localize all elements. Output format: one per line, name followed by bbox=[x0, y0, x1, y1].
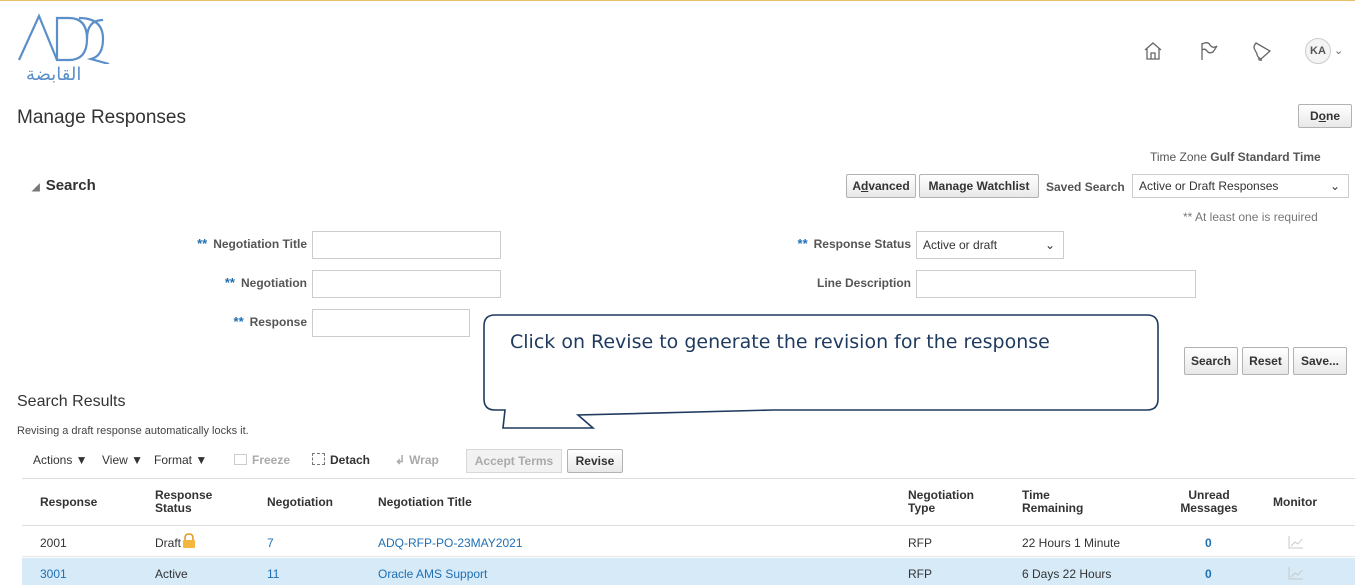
results-table-header: Response Response Status Negotiation Neg… bbox=[22, 478, 1355, 526]
monitor-chart-icon[interactable] bbox=[1288, 566, 1304, 583]
cell-negotiation-link[interactable]: 11 bbox=[267, 567, 279, 581]
adq-logo[interactable]: القابضة bbox=[17, 12, 127, 92]
cell-negotiation-title-link[interactable]: Oracle AMS Support bbox=[378, 567, 487, 581]
negotiation-title-label: ** Negotiation Title bbox=[197, 236, 307, 251]
col-negotiation-type[interactable]: Negotiation Type bbox=[908, 489, 988, 515]
bell-icon[interactable] bbox=[1251, 40, 1273, 62]
search-button[interactable]: Search bbox=[1184, 347, 1238, 375]
page-title: Manage Responses bbox=[17, 107, 186, 128]
response-status-select[interactable]: Active or draft ⌄ bbox=[916, 231, 1064, 259]
user-avatar[interactable]: KA bbox=[1305, 38, 1331, 64]
cell-response: 2001 bbox=[40, 536, 67, 550]
col-unread-messages[interactable]: Unread Messages bbox=[1172, 489, 1246, 515]
col-negotiation-title[interactable]: Negotiation Title bbox=[378, 496, 472, 509]
required-note: ** At least one is required bbox=[1183, 210, 1318, 224]
timezone-display: Time Zone Gulf Standard Time bbox=[1150, 150, 1321, 164]
line-description-input[interactable] bbox=[916, 270, 1196, 298]
freeze-button: Freeze bbox=[234, 453, 290, 467]
col-negotiation[interactable]: Negotiation bbox=[267, 496, 333, 509]
chevron-down-icon: ⌄ bbox=[1329, 179, 1340, 193]
saved-search-label: Saved Search bbox=[1046, 180, 1125, 194]
search-section-header[interactable]: ◢ Search bbox=[32, 177, 96, 194]
col-monitor[interactable]: Monitor bbox=[1273, 496, 1317, 509]
saved-search-select[interactable]: Active or Draft Responses ⌄ bbox=[1132, 174, 1349, 198]
callout-text: Click on Revise to generate the revision… bbox=[510, 331, 1050, 353]
search-results-title: Search Results bbox=[17, 393, 126, 410]
accept-terms-button: Accept Terms bbox=[466, 449, 562, 473]
timezone-label: Time Zone bbox=[1150, 150, 1207, 164]
reset-button[interactable]: Reset bbox=[1242, 347, 1289, 375]
adq-logo-mark bbox=[17, 13, 110, 64]
cell-unread-messages[interactable]: 0 bbox=[1205, 567, 1212, 581]
cell-negotiation-type: RFP bbox=[908, 567, 932, 581]
cell-response-status: Draft bbox=[155, 533, 197, 550]
lock-icon bbox=[181, 533, 197, 550]
top-accent-line bbox=[0, 0, 1355, 1]
lock-note: Revising a draft response automatically … bbox=[17, 425, 249, 437]
cell-time-remaining: 22 Hours 1 Minute bbox=[1022, 536, 1121, 550]
detach-button[interactable]: Detach bbox=[312, 453, 370, 467]
collapse-triangle-icon[interactable]: ◢ bbox=[32, 182, 40, 193]
response-status-label: ** Response Status bbox=[797, 236, 911, 251]
negotiation-label: ** Negotiation bbox=[224, 275, 307, 290]
format-menu[interactable]: Format ▼ bbox=[154, 453, 207, 467]
negotiation-input[interactable] bbox=[312, 270, 501, 298]
revise-button[interactable]: Revise bbox=[567, 449, 623, 473]
line-description-label: Line Description bbox=[816, 276, 911, 290]
home-icon[interactable] bbox=[1142, 40, 1164, 62]
cell-negotiation-title-link[interactable]: ADQ-RFP-PO-23MAY2021 bbox=[378, 536, 523, 550]
cell-response-status: Active bbox=[155, 567, 188, 581]
wrap-button: ↲ Wrap bbox=[395, 453, 439, 467]
col-time-remaining[interactable]: Time Remaining bbox=[1022, 489, 1102, 515]
wrap-icon: ↲ bbox=[395, 453, 406, 467]
cell-negotiation-type: RFP bbox=[908, 536, 932, 550]
col-response-status[interactable]: Response Status bbox=[155, 489, 235, 515]
monitor-chart-icon[interactable] bbox=[1288, 535, 1304, 552]
cell-time-remaining: 6 Days 22 Hours bbox=[1022, 567, 1112, 581]
col-response[interactable]: Response bbox=[40, 496, 97, 509]
done-button[interactable]: Done bbox=[1298, 104, 1352, 128]
freeze-icon bbox=[234, 454, 247, 465]
response-input[interactable] bbox=[312, 309, 470, 337]
actions-menu[interactable]: Actions ▼ bbox=[33, 453, 88, 467]
negotiation-title-input[interactable] bbox=[312, 231, 501, 259]
chevron-down-icon[interactable]: ⌄ bbox=[1334, 44, 1343, 57]
timezone-value: Gulf Standard Time bbox=[1210, 150, 1321, 164]
logo-arabic-text: القابضة bbox=[26, 64, 82, 85]
cell-unread-messages[interactable]: 0 bbox=[1205, 536, 1212, 550]
save-search-button[interactable]: Save... bbox=[1293, 347, 1347, 375]
cell-response: 3001 bbox=[40, 567, 67, 581]
chevron-down-icon: ⌄ bbox=[1044, 238, 1055, 252]
table-row[interactable]: 2001 Draft 7 ADQ-RFP-PO-23MAY2021 RFP 22… bbox=[22, 527, 1355, 557]
table-row-selected[interactable]: 3001 Active 11 Oracle AMS Support RFP 6 … bbox=[22, 558, 1355, 585]
flag-icon[interactable] bbox=[1198, 40, 1220, 62]
view-menu[interactable]: View ▼ bbox=[102, 453, 143, 467]
advanced-button[interactable]: Advanced bbox=[846, 174, 916, 198]
response-label: ** Response bbox=[233, 314, 307, 329]
cell-negotiation-link[interactable]: 7 bbox=[267, 536, 274, 550]
detach-icon bbox=[312, 453, 325, 465]
manage-watchlist-button[interactable]: Manage Watchlist bbox=[919, 174, 1039, 198]
